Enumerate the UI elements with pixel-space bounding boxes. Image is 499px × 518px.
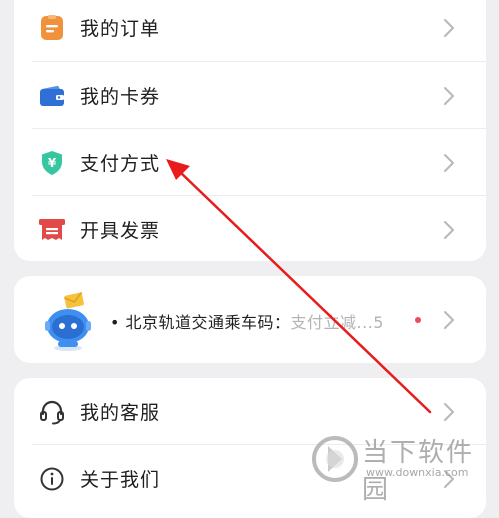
- watermark-logo-icon: [312, 436, 358, 482]
- menu-item-issue-invoice[interactable]: 开具发票: [14, 196, 486, 261]
- promo-text: • 北京轨道交通乘车码：支付立减...5: [110, 309, 384, 333]
- menu-item-label: 我的卡券: [80, 86, 161, 108]
- chevron-right-icon: [444, 153, 454, 172]
- menu-item-label: 开具发票: [80, 220, 161, 242]
- svg-text:¥: ¥: [48, 156, 57, 170]
- menu-item-my-coupons[interactable]: 我的卡券: [14, 62, 486, 129]
- menu-item-payment-methods[interactable]: ¥ 支付方式: [14, 129, 486, 196]
- chevron-right-icon: [444, 311, 454, 329]
- chevron-right-icon: [444, 18, 454, 37]
- promo-faded-text: 支付立减...5: [290, 313, 384, 332]
- menu-item-label: 支付方式: [80, 153, 161, 175]
- watermark-url: www.downxia.com: [366, 466, 469, 479]
- menu-item-my-orders[interactable]: 我的订单: [14, 0, 486, 61]
- promo-card[interactable]: • 北京轨道交通乘车码：支付立减...5: [14, 276, 486, 363]
- notification-dot: [415, 317, 421, 323]
- site-watermark: 当下软件园 www.downxia.com: [310, 430, 490, 505]
- bullet: •: [110, 313, 120, 332]
- menu-item-label: 关于我们: [80, 469, 161, 491]
- chevron-right-icon: [444, 220, 454, 239]
- promo-banner[interactable]: • 北京轨道交通乘车码：支付立减...5: [14, 276, 486, 363]
- chevron-right-icon: [444, 402, 454, 421]
- chevron-right-icon: [444, 86, 454, 105]
- menu-item-label: 我的订单: [80, 18, 161, 40]
- menu-item-label: 我的客服: [80, 402, 161, 424]
- wallet-card-icon: [38, 82, 66, 110]
- headset-icon: [38, 398, 66, 426]
- order-icon: [38, 14, 66, 42]
- main-menu-card: 我的订单 我的卡券 ¥ 支付方式 开具发票: [14, 0, 486, 261]
- robot-mascot-icon: [45, 291, 91, 351]
- invoice-icon: [38, 216, 66, 244]
- yuan-shield-icon: ¥: [38, 149, 66, 177]
- info-icon: [38, 465, 66, 493]
- promo-main-text: 北京轨道交通乘车码：: [125, 313, 291, 332]
